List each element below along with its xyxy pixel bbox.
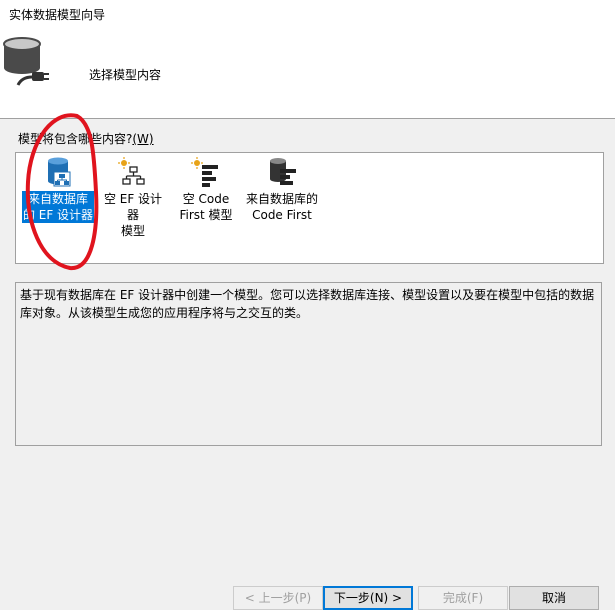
choice-ef-designer-from-database[interactable]: 来自数据库的 EF 设计器 xyxy=(19,157,97,233)
cancel-button[interactable]: 取消 xyxy=(509,586,599,610)
empty-designer-icon xyxy=(118,157,145,185)
choice-empty-code-first[interactable]: 空 Code First 模型 xyxy=(173,157,239,233)
database-code-first-icon xyxy=(270,158,296,185)
window-title: 实体数据模型向导 xyxy=(0,0,615,32)
page-title: 选择模型内容 xyxy=(89,68,162,82)
model-choices-list[interactable]: 来自数据库的 EF 设计器 空 EF 设计器 模型 空 Code First 模型 xyxy=(15,152,604,264)
empty-code-first-icon xyxy=(191,157,218,187)
choice-empty-ef-designer[interactable]: 空 EF 设计器 模型 xyxy=(97,157,169,238)
choice-code-first-from-database[interactable]: 来自数据库的 Code First xyxy=(242,157,322,233)
database-plug-icon xyxy=(3,37,49,86)
database-designer-icon xyxy=(48,157,71,187)
model-contents-prompt: 模型将包含哪些内容?(W) xyxy=(18,132,154,146)
choice-description: 基于现有数据库在 EF 设计器中创建一个模型。您可以选择数据库连接、模型设置以及… xyxy=(15,282,602,446)
next-button[interactable]: 下一步(N) > xyxy=(323,586,413,610)
wizard-header: 选择模型内容 xyxy=(0,32,615,119)
finish-button[interactable]: 完成(F) xyxy=(418,586,508,610)
back-button[interactable]: < 上一步(P) xyxy=(233,586,323,610)
